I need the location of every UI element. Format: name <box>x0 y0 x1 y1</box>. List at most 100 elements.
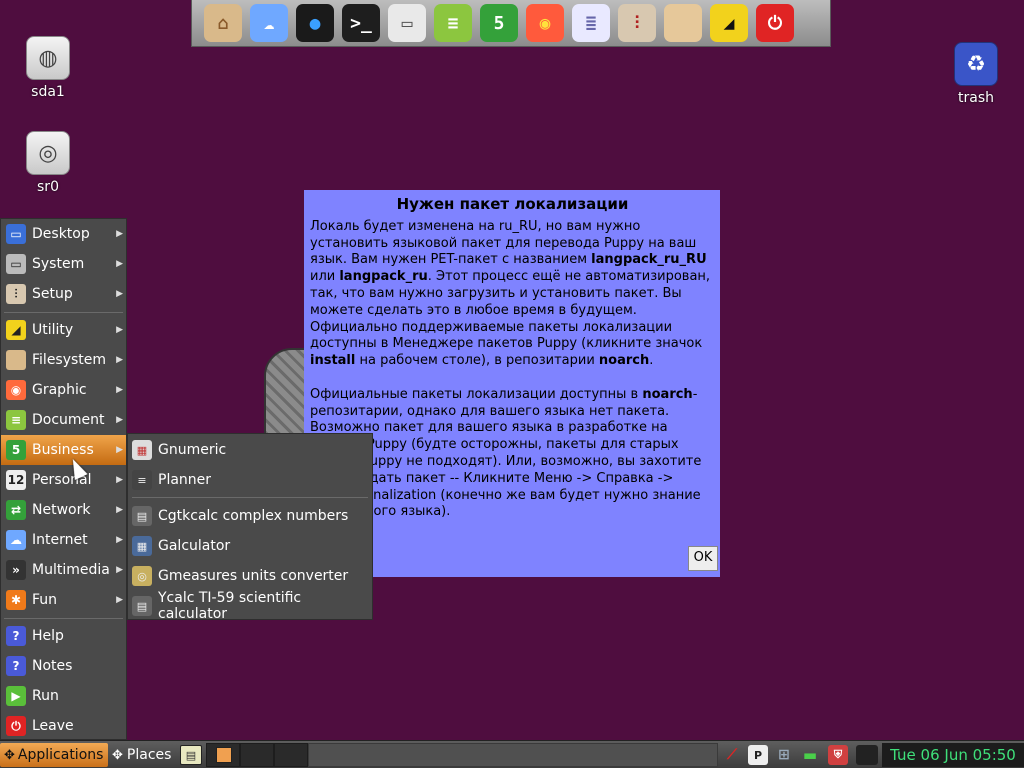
submenu-arrow-icon: ▶ <box>116 415 123 425</box>
submenu-arrow-icon: ▶ <box>116 259 123 269</box>
puppy-paw-icon: ✥ <box>112 747 123 763</box>
menu-item-network[interactable]: ⇄ Network ▶ <box>1 495 126 525</box>
galculator-icon: ▦ <box>132 536 152 556</box>
applications-button[interactable]: ✥ Applications <box>0 743 108 767</box>
dialog-paragraph-1: Локаль будет изменена на ru_RU, но вам н… <box>310 219 715 370</box>
applications-menu: ▭ Desktop ▶ ▭ System ▶ ⫶ Setup ▶ ◢ Utility ▶ Filesys… <box>0 218 127 740</box>
menu-item-desktop[interactable]: ▭ Desktop ▶ <box>1 219 126 249</box>
submenu-item[interactable]: ▤ Ycalc TI-59 scientific calculator <box>128 590 372 622</box>
submenu-arrow-icon: ▶ <box>116 535 123 545</box>
workspace-3[interactable] <box>274 743 308 767</box>
settings-sliders-icon[interactable]: ⫶ <box>618 4 656 42</box>
package-manager-icon[interactable]: P <box>748 745 768 765</box>
submenu-arrow-icon: ▶ <box>116 475 123 485</box>
dialog-text: Официальные пакеты локализации доступны … <box>310 386 643 402</box>
places-label: Places <box>126 747 172 763</box>
menu-item-label: Multimedia <box>32 562 110 578</box>
calculator-icon: ▤ <box>132 596 152 616</box>
submenu-arrow-icon: ▶ <box>116 229 123 239</box>
menu-item-label: Desktop <box>32 226 90 242</box>
menu-item-utility[interactable]: ◢ Utility ▶ <box>1 315 126 345</box>
cloud-icon[interactable]: ☁ <box>250 4 288 42</box>
color-wheel-icon[interactable]: ◉ <box>526 4 564 42</box>
menu-item-leave[interactable]: ⏻ Leave <box>1 711 126 741</box>
submenu-item[interactable]: ≡ Planner <box>128 465 372 495</box>
business-submenu: ▦ Gnumeric ≡ Planner ▤ Cgtkcalc complex numbe… <box>127 433 373 622</box>
network-disconnected-icon[interactable]: ⟋ <box>722 745 742 765</box>
submenu-arrow-icon: ▶ <box>116 325 123 335</box>
menu-item-personal[interactable]: 12 Personal ▶ <box>1 465 126 495</box>
multimedia-icon: » <box>6 560 26 580</box>
menu-item-filesystem[interactable]: Filesystem ▶ <box>1 345 126 375</box>
dialog-bold-text: install <box>310 353 356 369</box>
menu-item-multimedia[interactable]: » Multimedia ▶ <box>1 555 126 585</box>
utility-icon[interactable]: ◢ <box>710 4 748 42</box>
submenu-item[interactable]: ▦ Gnumeric <box>128 435 372 465</box>
menu-item-label: Document <box>32 412 105 428</box>
drive-label: sr0 <box>37 179 59 195</box>
drive-sr0[interactable]: ◎ sr0 <box>8 131 88 195</box>
submenu-item-label: Planner <box>158 472 212 488</box>
menu-item-label: Help <box>32 628 64 644</box>
menu-item-label: Notes <box>32 658 73 674</box>
drive-sda1[interactable]: ◍ sda1 <box>8 36 88 100</box>
menu-item-help[interactable]: ? Help <box>1 621 126 651</box>
menu-item-run[interactable]: ▶ Run <box>1 681 126 711</box>
ok-button[interactable]: OK <box>688 546 718 571</box>
folder-icon[interactable] <box>664 4 702 42</box>
firewall-shield-icon[interactable]: ⛨ <box>828 745 848 765</box>
workspace-2[interactable] <box>240 743 274 767</box>
notes-icon: ? <box>6 656 26 676</box>
optical-drive-icon: ◎ <box>26 131 70 175</box>
menu-item-notes[interactable]: ? Notes <box>1 651 126 681</box>
workspace-1[interactable] <box>206 743 240 767</box>
submenu-arrow-icon: ▶ <box>116 505 123 515</box>
spreadsheet-icon[interactable]: 5 <box>480 4 518 42</box>
menu-item-setup[interactable]: ⫶ Setup ▶ <box>1 279 126 309</box>
run-icon: ▶ <box>6 686 26 706</box>
submenu-arrow-icon: ▶ <box>116 385 123 395</box>
menu-item-graphic[interactable]: ◉ Graphic ▶ <box>1 375 126 405</box>
menu-item-document[interactable]: ≡ Document ▶ <box>1 405 126 435</box>
menu-item-fun[interactable]: ✱ Fun ▶ <box>1 585 126 615</box>
submenu-arrow-icon: ▶ <box>116 445 123 455</box>
network-tray-icon[interactable]: ⊞ <box>774 745 794 765</box>
text-editor-icon[interactable]: ≣ <box>572 4 610 42</box>
help-icon: ? <box>6 626 26 646</box>
terminal-icon[interactable]: >_ <box>342 4 380 42</box>
disk-tray-icon[interactable]: ▬ <box>800 745 820 765</box>
submenu-item[interactable]: ▦ Galculator <box>128 531 372 561</box>
submenu-item[interactable]: ◎ Gmeasures units converter <box>128 561 372 591</box>
menu-item-business[interactable]: 5 Business ▶ <box>1 435 126 465</box>
puppy-paw-icon: ✥ <box>4 747 15 763</box>
volume-tray-icon[interactable] <box>856 745 878 765</box>
dialog-bold-text: noarch <box>598 353 650 369</box>
clock[interactable]: Tue 06 Jun 05:50 <box>882 743 1024 767</box>
menu-item-label: Internet <box>32 532 88 548</box>
window-list[interactable] <box>308 743 718 767</box>
show-desktop-icon[interactable]: ▤ <box>180 745 202 765</box>
menu-item-system[interactable]: ▭ System ▶ <box>1 249 126 279</box>
setup-icon: ⫶ <box>6 284 26 304</box>
dialog-bold-text: langpack_ru <box>339 269 428 285</box>
monitor-icon[interactable]: ▭ <box>388 4 426 42</box>
menu-item-label: Fun <box>32 592 58 608</box>
calendar-icon: 12 <box>6 470 26 490</box>
trash[interactable]: ♻ trash <box>936 42 1016 106</box>
dialog-text: или <box>310 269 340 285</box>
dialog-bold-text: noarch <box>642 386 693 402</box>
menu-item-internet[interactable]: ☁ Internet ▶ <box>1 525 126 555</box>
launcher-dock: ⌂ ☁ ● >_ ▭ ≡ 5 ◉ ≣ ⫶ ◢ ⏻ <box>191 0 831 47</box>
power-icon: ⏻ <box>6 716 26 736</box>
menu-item-label: Utility <box>32 322 74 338</box>
submenu-item[interactable]: ▤ Cgtkcalc complex numbers <box>128 501 372 531</box>
chat-icon[interactable]: ● <box>296 4 334 42</box>
dialog-title: Нужен пакет локализации <box>396 195 629 213</box>
planner-icon: ≡ <box>132 470 152 490</box>
power-icon[interactable]: ⏻ <box>756 4 794 42</box>
submenu-item-label: Gnumeric <box>158 442 227 458</box>
places-button[interactable]: ✥ Places <box>110 743 178 767</box>
submenu-arrow-icon: ▶ <box>116 595 123 605</box>
home-icon[interactable]: ⌂ <box>204 4 242 42</box>
document-icon[interactable]: ≡ <box>434 4 472 42</box>
